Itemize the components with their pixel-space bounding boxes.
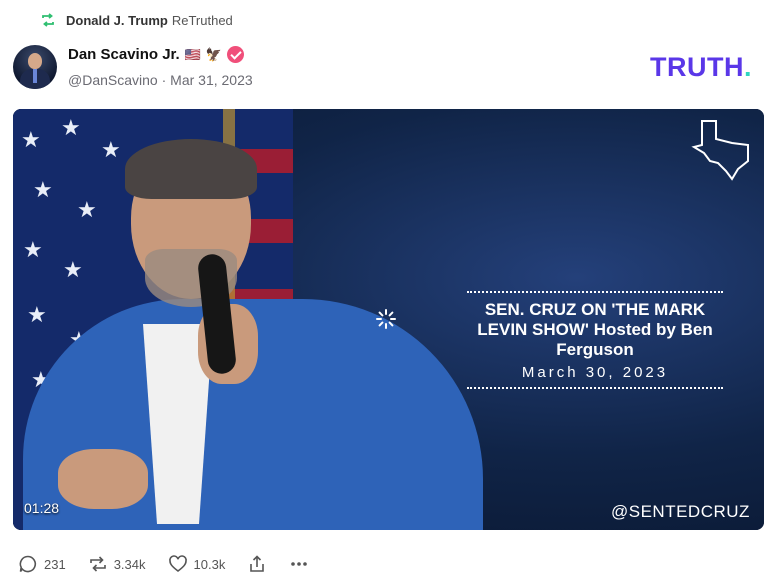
like-button[interactable]: 10.3k bbox=[168, 554, 226, 574]
reply-icon bbox=[19, 555, 37, 573]
verified-badge-icon bbox=[227, 46, 245, 63]
spinner-icon bbox=[376, 309, 396, 329]
truth-logo-text: TRUTH bbox=[650, 52, 744, 82]
avatar[interactable] bbox=[13, 45, 57, 89]
meta-separator: · bbox=[161, 72, 167, 88]
video-watermark-handle: @SENTEDCRUZ bbox=[611, 502, 750, 521]
video-player[interactable]: ★ ★ ★ ★ ★ ★ ★ ★ ★ ★ ★ ★ SEN bbox=[13, 109, 764, 530]
reply-button[interactable]: 231 bbox=[18, 554, 66, 574]
share-button[interactable] bbox=[247, 554, 267, 574]
more-button[interactable] bbox=[289, 554, 309, 574]
more-icon bbox=[291, 562, 308, 566]
truth-logo-dot: . bbox=[743, 52, 752, 82]
author-name[interactable]: Dan Scavino Jr. bbox=[68, 46, 180, 63]
retruth-icon bbox=[89, 556, 106, 572]
retruth-label: ReTruthed bbox=[171, 12, 233, 28]
post-actions: 231 3.34k 10.3k bbox=[18, 552, 331, 576]
video-duration: 01:28 bbox=[24, 500, 60, 516]
heart-icon bbox=[168, 555, 187, 573]
retruth-icon bbox=[42, 13, 54, 27]
author-handle[interactable]: @DanScavino bbox=[68, 72, 158, 88]
us-flag-emoji: 🇺🇸 bbox=[184, 46, 201, 62]
eagle-emoji: 🦅 bbox=[205, 46, 223, 62]
share-icon bbox=[250, 555, 265, 572]
retruth-banner: Donald J. Trump ReTruthed bbox=[40, 10, 233, 30]
truth-logo: TRUTH. bbox=[650, 52, 752, 83]
video-caption: SEN. CRUZ ON 'THE MARK LEVIN SHOW' Hoste… bbox=[467, 291, 723, 390]
reply-count: 231 bbox=[44, 556, 66, 572]
post-date[interactable]: Mar 31, 2023 bbox=[170, 72, 253, 88]
retruth-user[interactable]: Donald J. Trump bbox=[66, 13, 168, 28]
caption-date: March 30, 2023 bbox=[521, 364, 669, 381]
author-meta: @DanScavino · Mar 31, 2023 bbox=[68, 72, 253, 88]
texas-outline-icon bbox=[691, 120, 749, 181]
author-name-row: Dan Scavino Jr. 🇺🇸 🦅 bbox=[68, 46, 245, 63]
retruth-count: 3.34k bbox=[113, 556, 146, 572]
like-count: 10.3k bbox=[193, 556, 226, 572]
retruth-button[interactable]: 3.34k bbox=[88, 554, 146, 574]
caption-title: SEN. CRUZ ON 'THE MARK LEVIN SHOW' Hoste… bbox=[477, 300, 713, 359]
